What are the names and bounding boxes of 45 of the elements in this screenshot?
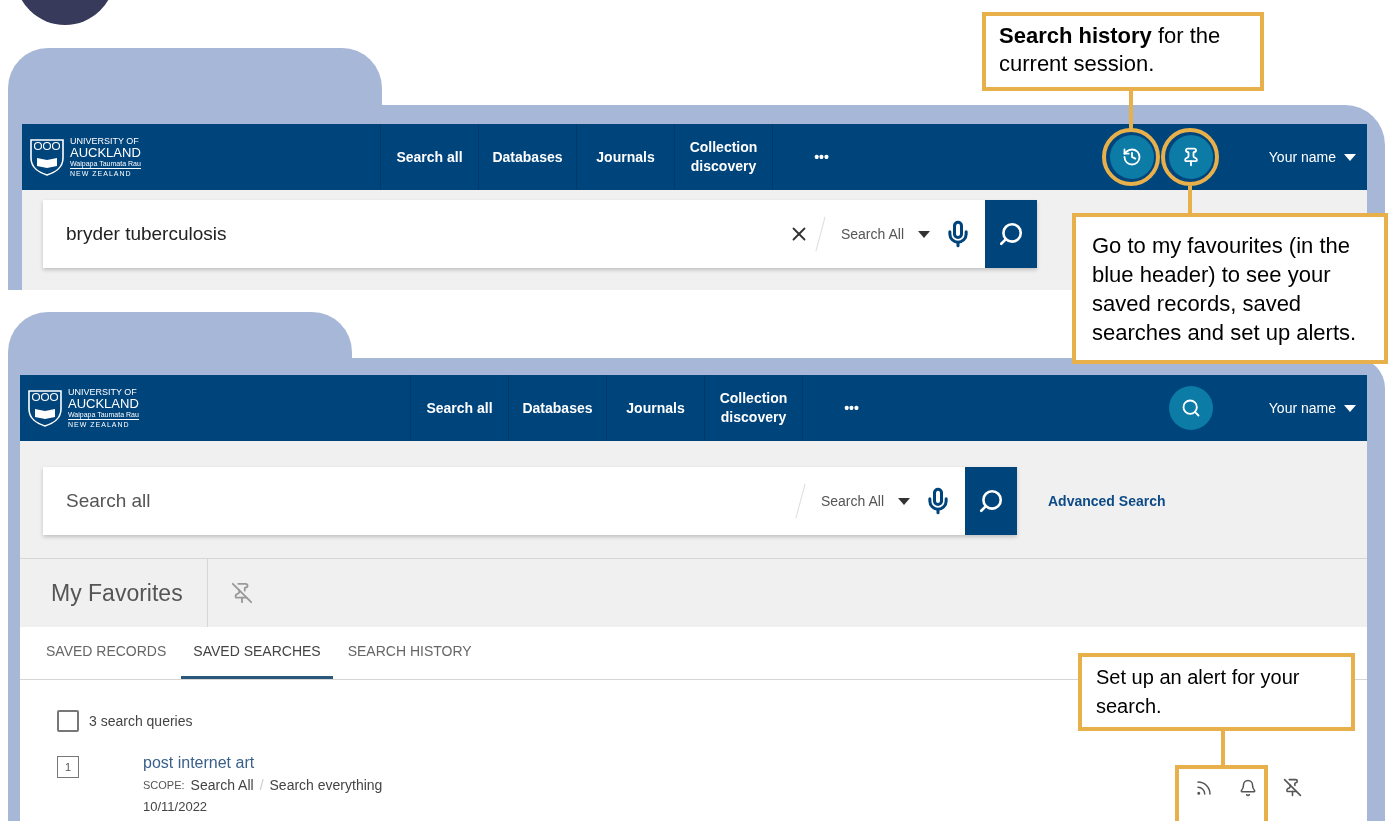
caret-icon bbox=[898, 497, 910, 505]
scope-dropdown[interactable]: Search All bbox=[820, 200, 944, 268]
highlight-ring bbox=[1161, 128, 1219, 186]
search-icon bbox=[978, 488, 1004, 514]
callout-text: Set up an alert for your search. bbox=[1096, 666, 1300, 717]
scope-detail: Search everything bbox=[269, 776, 383, 795]
tab[interactable]: SAVED RECORDS bbox=[34, 627, 179, 679]
pin-off-icon[interactable] bbox=[1283, 778, 1302, 797]
saved-search-link[interactable]: post internet art bbox=[143, 752, 383, 774]
selection-count: 3 search queries bbox=[89, 711, 193, 731]
search-field[interactable]: bryder tuberculosis Search All bbox=[43, 200, 1037, 268]
search-button[interactable] bbox=[965, 467, 1017, 535]
crest-icon bbox=[28, 389, 62, 427]
search-icon bbox=[998, 221, 1024, 247]
user-menu[interactable]: Your name bbox=[1268, 375, 1356, 441]
result-number: 1 bbox=[57, 756, 79, 778]
callout-text: Go to my favourites (in the blue header) to see your saved records, saved searches and set up alerts. bbox=[1092, 233, 1357, 345]
history-button[interactable] bbox=[1109, 135, 1154, 179]
scope-separator: / bbox=[259, 776, 264, 795]
search-button[interactable] bbox=[985, 200, 1037, 268]
logo-text: UNIVERSITY OF bbox=[68, 387, 138, 397]
scope-label: SCOPE: bbox=[143, 778, 185, 793]
rss-icon[interactable] bbox=[1195, 778, 1213, 797]
advanced-search-link[interactable]: Advanced Search bbox=[1048, 491, 1166, 512]
logo-text: AUCKLAND bbox=[68, 397, 139, 410]
favorites-button[interactable] bbox=[1168, 135, 1213, 179]
logo-text: UNIVERSITY OF bbox=[70, 136, 140, 146]
search-button[interactable] bbox=[1168, 386, 1213, 430]
bell-icon[interactable] bbox=[1239, 778, 1257, 797]
caret-icon bbox=[1344, 404, 1356, 412]
callout-text: Search history for the current session. bbox=[999, 23, 1221, 76]
caret-icon bbox=[918, 230, 930, 238]
search-icon bbox=[1180, 398, 1201, 418]
search-field[interactable]: Search all Search All bbox=[43, 467, 1017, 535]
crest-icon bbox=[30, 138, 64, 176]
user-menu[interactable]: Your name bbox=[1268, 124, 1356, 190]
checkbox[interactable] bbox=[57, 710, 79, 732]
scope-value: Search All bbox=[190, 776, 254, 795]
highlight-ring bbox=[1102, 128, 1160, 186]
saved-date: 10/11/2022 bbox=[143, 798, 209, 816]
scope-dropdown[interactable]: Search All bbox=[800, 467, 924, 535]
tab[interactable]: SEARCH HISTORY bbox=[335, 627, 484, 679]
history-icon bbox=[1121, 147, 1142, 167]
logo-text: AUCKLAND bbox=[70, 146, 141, 159]
caret-icon bbox=[1344, 153, 1356, 161]
